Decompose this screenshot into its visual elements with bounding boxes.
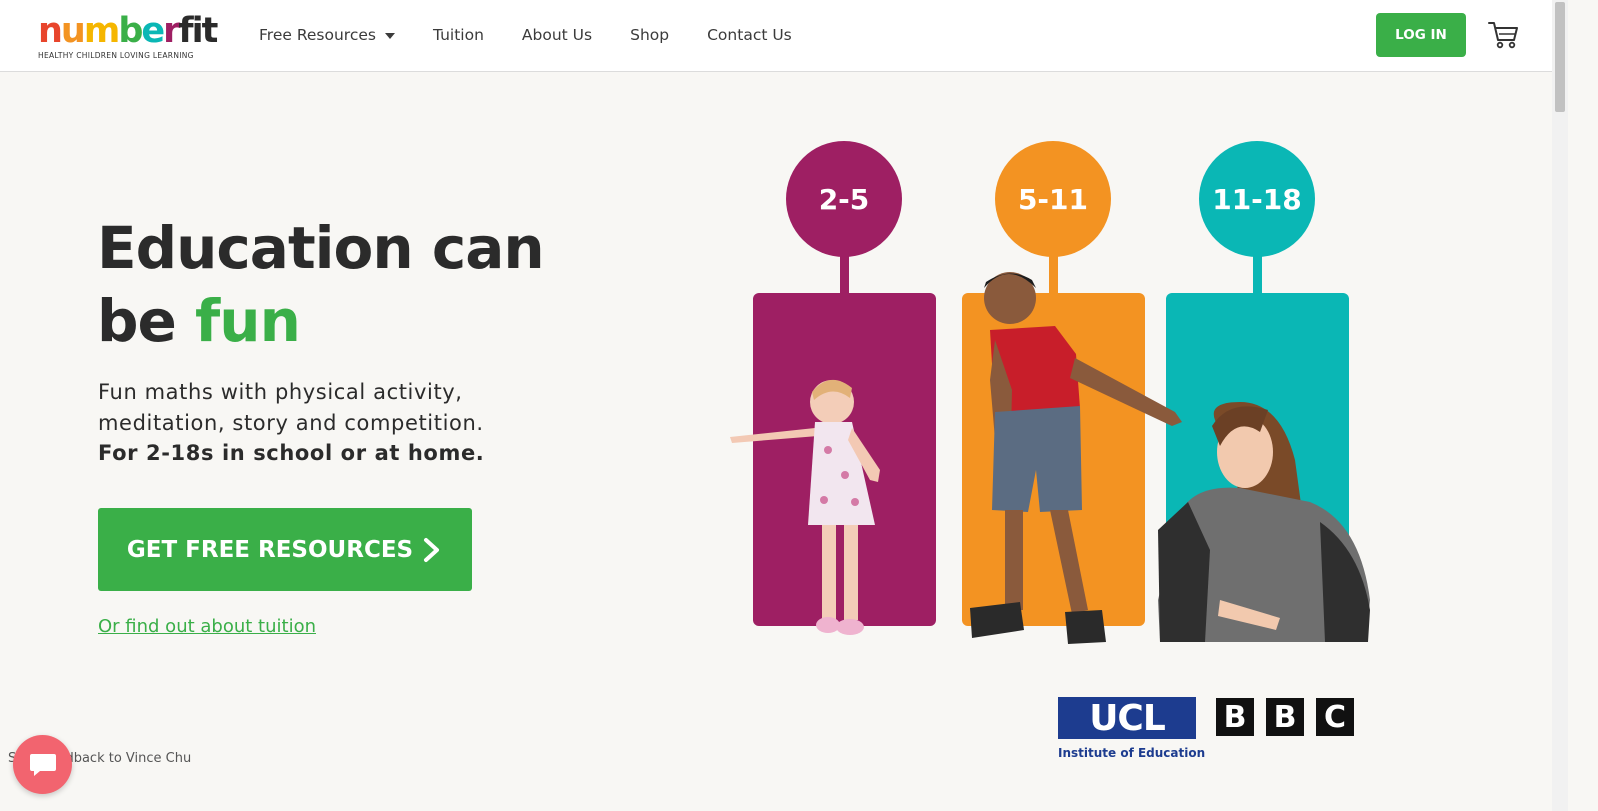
nav-item-tuition[interactable]: Tuition [433, 26, 484, 44]
ucl-text: UCL [1089, 697, 1166, 739]
age-label-2-5: 2-5 [819, 183, 870, 216]
subtext-bold: For 2-18s in school or at home. [98, 441, 485, 465]
site-header: numberfit HEALTHY CHILDREN LOVING LEARNI… [0, 0, 1552, 72]
subtext-line-1: Fun maths with physical activity, [98, 380, 463, 404]
nav-item-about-us[interactable]: About Us [522, 26, 592, 44]
cta-label: GET FREE RESOURCES [126, 536, 414, 563]
nav-item-label: Tuition [432, 26, 484, 44]
page-scrollbar[interactable] [1552, 0, 1568, 811]
subtext-line-2: meditation, story and competition. [98, 410, 484, 435]
ucl-ioe-logo: UCL Institute of Education [1058, 697, 1206, 765]
age-group-columns: 2-5 5-11 11-18 [730, 141, 1370, 644]
nav-item-label: Contact Us [707, 26, 792, 44]
logo-letter: u [60, 11, 86, 51]
chevron-right-icon [424, 537, 440, 562]
numberfit-logo[interactable]: numberfit HEALTHY CHILDREN LOVING LEARNI… [38, 12, 218, 62]
logo-letter: fit [178, 11, 218, 51]
bbc-logo: B B C [1216, 698, 1354, 736]
nav-item-contact-us[interactable]: Contact Us [707, 26, 792, 44]
nav-item-label: About Us [521, 26, 593, 44]
scrollbar-thumb[interactable] [1555, 2, 1565, 112]
headline-line-1: Education can [97, 214, 545, 282]
main-nav: Free Resources Tuition About Us Shop Con… [259, 0, 830, 70]
nav-item-label: Shop [630, 26, 670, 44]
age-label-5-11: 5-11 [1018, 183, 1088, 216]
logo-letter: r [163, 11, 180, 51]
ucl-mark: UCL [1058, 697, 1196, 739]
bbc-letter: C [1316, 698, 1354, 736]
caret-down-icon [384, 33, 395, 39]
age-label-11-18: 11-18 [1212, 183, 1302, 216]
get-free-resources-button[interactable]: GET FREE RESOURCES [98, 508, 472, 591]
logo-letter: m [83, 11, 121, 51]
nav-item-label: Free Resources [259, 26, 376, 44]
hero-headline: Education can be fun [97, 212, 657, 358]
chat-launcher-button[interactable] [13, 735, 72, 794]
cart-icon[interactable] [1488, 20, 1520, 50]
nav-item-free-resources[interactable]: Free Resources [259, 26, 395, 44]
chat-bubble-icon [29, 753, 56, 776]
bbc-letter: B [1216, 698, 1254, 736]
ucl-subtitle: Institute of Education [1058, 746, 1206, 760]
logo-letter: n [38, 11, 63, 51]
nav-item-shop[interactable]: Shop [630, 26, 669, 44]
logo-wordmark: numberfit [38, 12, 218, 50]
find-out-tuition-link[interactable]: Or find out about tuition [98, 616, 316, 637]
hero-subtext: Fun maths with physical activity, medita… [98, 377, 578, 469]
bbc-letter: B [1266, 698, 1304, 736]
viewport-edge [1568, 0, 1598, 811]
headline-be: be [97, 287, 196, 355]
logo-tagline: HEALTHY CHILDREN LOVING LEARNING [38, 51, 194, 60]
logo-letter: e [141, 11, 165, 51]
login-button[interactable]: LOG IN [1376, 13, 1466, 57]
logo-letter: b [118, 11, 143, 51]
headline-fun: fun [195, 287, 301, 355]
